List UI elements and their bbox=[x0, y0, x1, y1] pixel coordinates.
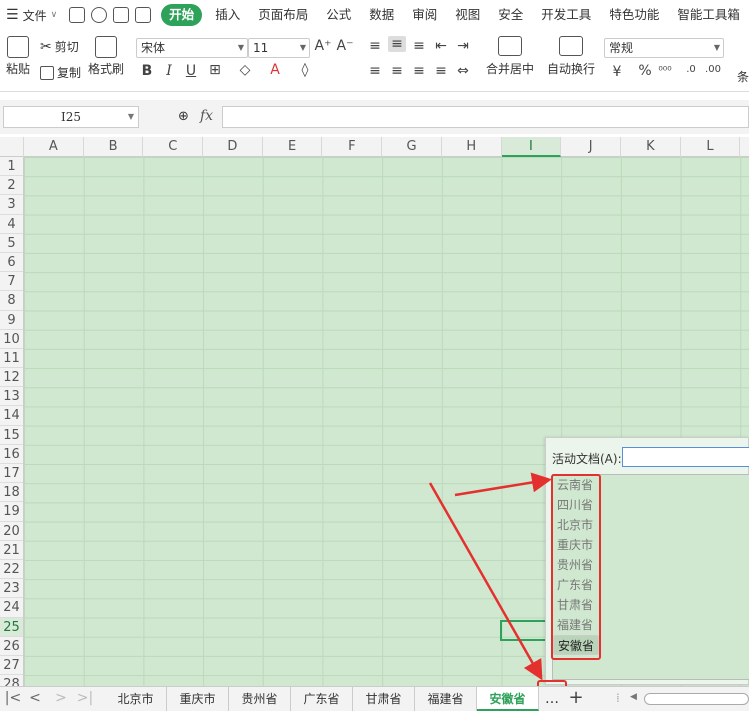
next-sheet-icon[interactable]: > bbox=[52, 690, 70, 706]
prev-sheet-icon[interactable]: < bbox=[26, 690, 44, 706]
sheet-tab[interactable]: 安徽省 bbox=[477, 687, 539, 711]
sheet-tab[interactable]: 北京市 bbox=[105, 687, 167, 711]
arrow-to-list bbox=[454, 472, 552, 497]
sheet-tab[interactable]: 福建省 bbox=[415, 687, 477, 711]
more-sheets-button[interactable]: … bbox=[540, 687, 564, 711]
horizontal-scrollbar[interactable] bbox=[644, 693, 749, 705]
add-sheet-button[interactable]: + bbox=[566, 687, 586, 711]
arrow-to-more bbox=[428, 482, 543, 681]
sheet-tab[interactable]: 重庆市 bbox=[167, 687, 229, 711]
sheet-tab[interactable]: 广东省 bbox=[291, 687, 353, 711]
first-sheet-icon[interactable]: |< bbox=[4, 690, 22, 706]
sheet-tab[interactable]: 贵州省 bbox=[229, 687, 291, 711]
last-sheet-icon[interactable]: >| bbox=[76, 690, 94, 706]
split-handle[interactable]: ⁞ bbox=[616, 691, 620, 705]
sheet-tab[interactable]: 甘肃省 bbox=[353, 687, 415, 711]
sheet-tab-bar: |< < > >| 北京市 重庆市 贵州省 广东省 甘肃省 福建省 安徽省 … + ⁞ ◀ bbox=[0, 686, 749, 711]
scroll-left-icon[interactable]: ◀ bbox=[630, 692, 637, 702]
annotation-arrows bbox=[428, 472, 552, 681]
